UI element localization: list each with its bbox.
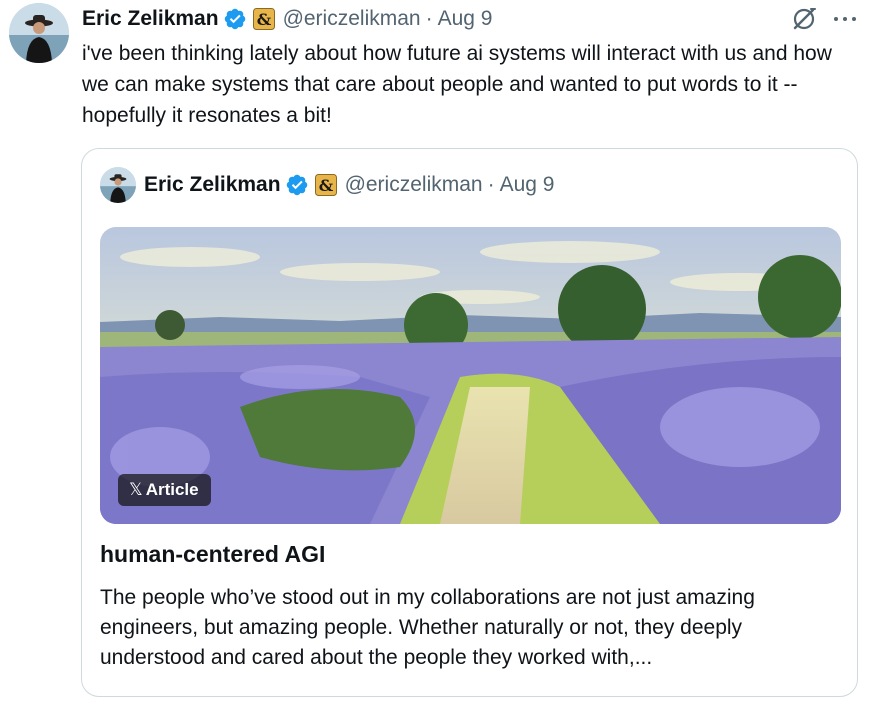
author-avatar[interactable] [9,3,69,63]
quoted-author-handle[interactable]: @ericzelikman [345,173,483,197]
author-handle[interactable]: @ericzelikman [283,7,421,31]
quoted-post-date[interactable]: Aug 9 [500,173,555,197]
quoted-post-card[interactable]: Eric Zelikman & @ericzelikman · Aug 9 𝕏 … [81,148,858,697]
tweet-date[interactable]: Aug 9 [438,7,493,31]
article-excerpt: The people who’ve stood out in my collab… [100,586,755,669]
article-badge-label: Article [145,480,199,499]
svg-text:&: & [256,10,271,29]
author-name[interactable]: Eric Zelikman [82,7,219,31]
article-title[interactable]: human-centered AGI [100,541,325,568]
header-separator: · [487,173,495,196]
header-separator: · [425,7,433,30]
tweet-header: Eric Zelikman & @ericzelikman · Aug 9 [82,4,492,34]
quoted-author-avatar-image [100,167,136,203]
more-dot [852,17,856,21]
tweet-text: i've been thinking lately about how futu… [82,42,832,127]
verified-badge-icon[interactable] [285,173,309,197]
quoted-author-name[interactable]: Eric Zelikman [144,173,281,197]
grok-icon[interactable] [791,6,817,32]
quoted-author-avatar[interactable] [100,167,136,203]
article-badge: 𝕏 Article [118,474,211,506]
lavender-field-painting [100,227,841,524]
quoted-post-header: Eric Zelikman & @ericzelikman · Aug 9 [144,170,554,200]
affiliation-badge-icon[interactable]: & [252,8,275,30]
more-dot [834,17,838,21]
affiliation-badge-icon[interactable]: & [314,174,337,196]
x-logo-icon: 𝕏 [129,480,143,499]
verified-badge-icon[interactable] [223,7,247,31]
svg-text:&: & [318,176,333,195]
author-avatar-image [9,3,69,63]
article-cover-image[interactable]: 𝕏 Article [100,227,841,524]
more-dot [843,17,847,21]
more-icon[interactable] [831,7,859,31]
